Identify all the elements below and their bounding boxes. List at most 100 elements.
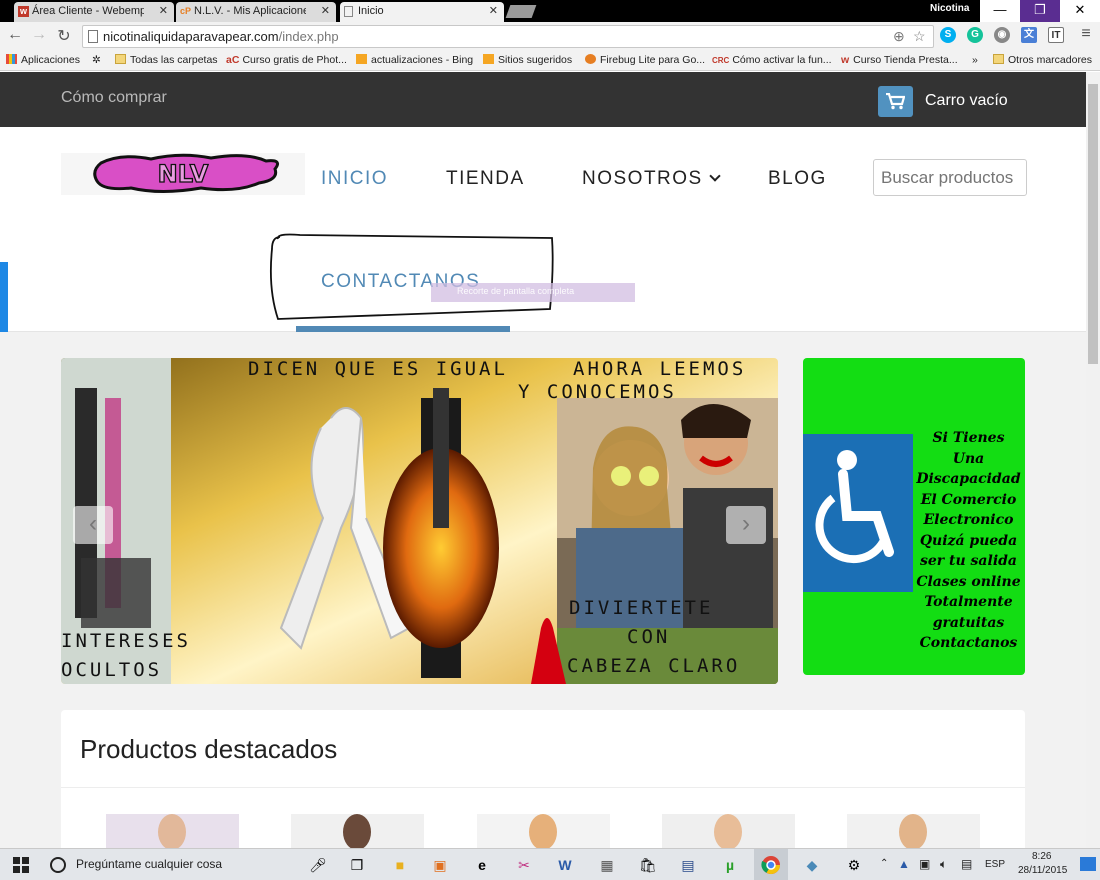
how-to-buy-link[interactable]: Cómo comprar <box>61 89 167 107</box>
bing-favicon <box>356 54 367 64</box>
bookmark-curso-photoshop[interactable]: aC Curso gratis de Phot... <box>226 54 347 66</box>
windows-start-icon[interactable] <box>10 849 32 880</box>
page-favicon <box>344 6 353 17</box>
snipping-tool-icon[interactable]: ✂ <box>512 849 536 880</box>
search-input[interactable] <box>873 159 1027 196</box>
tray-expand-icon[interactable]: ⌃ <box>880 858 888 869</box>
tray-monitor-icon[interactable]: ▣ <box>919 857 930 871</box>
utorrent-icon[interactable]: µ <box>718 849 742 880</box>
shopping-cart-icon <box>886 93 905 110</box>
restore-icon[interactable]: ❐ <box>1020 0 1060 22</box>
new-tab-button[interactable] <box>505 5 537 18</box>
wheelchair-icon <box>815 450 894 564</box>
cpanel-favicon: cP <box>180 6 192 16</box>
product-thumbnail[interactable] <box>106 814 239 848</box>
network-app-icon[interactable]: ▤ <box>676 849 700 880</box>
eye-extension-icon[interactable]: ◉ <box>994 27 1010 43</box>
translate-extension-icon[interactable]: 文 <box>1021 27 1037 43</box>
browser-toolbar: ← → ↻ nicotinaliquidaparavapear.com/inde… <box>0 22 1100 51</box>
forward-arrow-icon[interactable]: → <box>29 26 49 44</box>
store-icon[interactable]: 🛍︎ <box>636 849 660 880</box>
cart-button[interactable] <box>878 86 913 117</box>
bookmark-star-icon[interactable]: ☆ <box>913 28 926 45</box>
tray-app-icon[interactable]: ▲ <box>898 857 910 871</box>
settings-gear-icon[interactable]: ⚙ <box>842 849 866 880</box>
folder-icon <box>993 54 1004 64</box>
product-thumbnail[interactable] <box>291 814 424 848</box>
grammarly-extension-icon[interactable]: G <box>967 27 983 43</box>
nav-nosotros[interactable]: NOSOTROS <box>582 168 721 190</box>
message-icon[interactable]: ▤ <box>961 857 972 871</box>
cortana-search-box[interactable]: Pregúntame cualquier cosa <box>40 849 310 880</box>
nav-inicio[interactable]: INICIO <box>321 168 388 190</box>
web-page: Cómo comprar Carro vacío NLV INICIO TIEN… <box>0 72 1086 848</box>
slider-caption: INTERESES <box>61 630 191 652</box>
menu-icon[interactable]: ≡ <box>1076 25 1096 43</box>
scrollbar-thumb[interactable] <box>1088 84 1098 364</box>
minimize-icon[interactable]: — <box>980 0 1020 22</box>
slider-caption: CON <box>627 626 671 648</box>
edge-browser-icon[interactable]: e <box>470 849 494 880</box>
bookmark-otros-marcadores[interactable]: Otros marcadores <box>993 54 1092 66</box>
clock-date[interactable]: 28/11/2015 <box>1018 865 1067 876</box>
bookmark-actualizaciones-bing[interactable]: actualizaciones - Bing <box>356 54 473 66</box>
bookmark-settings[interactable]: ✲ <box>92 54 101 66</box>
slider-prev-button[interactable]: ‹ <box>73 506 113 544</box>
url-text: nicotinaliquidaparavapear.com/index.php <box>103 29 339 44</box>
tab-mis-aplicaciones[interactable]: cP N.L.V. - Mis Aplicaciones ✕ <box>176 2 336 22</box>
close-icon[interactable]: ✕ <box>321 2 330 21</box>
tab-label: N.L.V. - Mis Aplicaciones <box>194 5 306 17</box>
photos-icon[interactable]: ▦ <box>595 849 619 880</box>
page-scrollbar[interactable] <box>1086 72 1100 848</box>
folder-icon <box>115 54 126 64</box>
close-window-icon[interactable]: ✕ <box>1060 0 1100 22</box>
product-thumbnail[interactable] <box>477 814 610 848</box>
hero-slider[interactable]: DICEN QUE ES IGUAL AHORA LEEMOS Y CONOCE… <box>61 358 778 684</box>
chrome-taskbar-icon[interactable] <box>754 849 788 880</box>
reload-icon[interactable]: ↻ <box>54 26 74 46</box>
bookmark-todas-carpetas[interactable]: Todas las carpetas <box>115 54 218 66</box>
cart-status[interactable]: Carro vacío <box>925 92 1008 110</box>
bookmark-curso-tienda[interactable]: w Curso Tienda Presta... <box>841 54 958 66</box>
cortana-icon <box>50 857 66 873</box>
bookmark-como-activar[interactable]: CRC Cómo activar la fun... <box>712 54 832 66</box>
action-center-icon[interactable] <box>1080 857 1096 871</box>
page-info-icon[interactable] <box>88 30 98 43</box>
clock-time[interactable]: 8:26 <box>1032 851 1051 862</box>
product-thumbnail[interactable] <box>662 814 795 848</box>
back-arrow-icon[interactable]: ← <box>5 26 25 44</box>
slider-next-button[interactable]: › <box>726 506 766 544</box>
slider-caption: AHORA LEEMOS <box>573 358 747 380</box>
file-explorer-icon[interactable]: ■ <box>388 849 412 880</box>
language-indicator[interactable]: ESP <box>985 859 1005 870</box>
site-logo[interactable]: NLV <box>61 153 305 195</box>
webempresa-favicon: w <box>18 6 29 17</box>
webempresa-favicon: w <box>841 54 850 66</box>
windows-taskbar: Pregúntame cualquier cosa 🎤︎ ❐ ■ ▣ e ✂ W… <box>0 848 1100 880</box>
bookmark-sitios-sugeridos[interactable]: Sitios sugeridos <box>483 54 572 66</box>
tab-label: Área Cliente - Webempre <box>32 5 144 17</box>
media-player-icon[interactable]: ▣ <box>428 849 452 880</box>
bookmark-firebug[interactable]: Firebug Lite para Go... <box>585 54 705 66</box>
word-icon[interactable]: W <box>553 849 577 880</box>
crc-favicon: CRC <box>712 56 730 65</box>
tab-inicio[interactable]: Inicio ✕ <box>340 2 504 22</box>
address-bar[interactable]: nicotinaliquidaparavapear.com/index.php … <box>82 25 934 48</box>
profile-name[interactable]: Nicotina <box>930 3 969 14</box>
speaker-icon[interactable]: 🔈︎ <box>940 857 947 872</box>
skype-extension-icon[interactable]: S <box>940 27 956 43</box>
side-banner[interactable]: Si Tienes Una Discapacidad El Comercio E… <box>803 358 1025 675</box>
nav-blog[interactable]: BLOG <box>768 168 827 190</box>
zoom-icon[interactable]: ⊕ <box>893 28 905 45</box>
nav-tienda[interactable]: TIENDA <box>446 168 525 190</box>
close-icon[interactable]: ✕ <box>489 2 498 21</box>
bookmarks-overflow-chevron[interactable]: » <box>972 54 978 66</box>
task-view-icon[interactable]: ❐ <box>345 849 369 880</box>
tab-area-cliente[interactable]: w Área Cliente - Webempre ✕ <box>14 2 174 22</box>
app-icon[interactable]: ◆ <box>800 849 824 880</box>
it-extension-icon[interactable]: IT <box>1048 27 1064 43</box>
close-icon[interactable]: ✕ <box>159 2 168 21</box>
product-thumbnail[interactable] <box>847 814 980 848</box>
microphone-icon[interactable]: 🎤︎ <box>308 849 328 880</box>
bookmark-aplicaciones[interactable]: Aplicaciones <box>6 54 80 66</box>
